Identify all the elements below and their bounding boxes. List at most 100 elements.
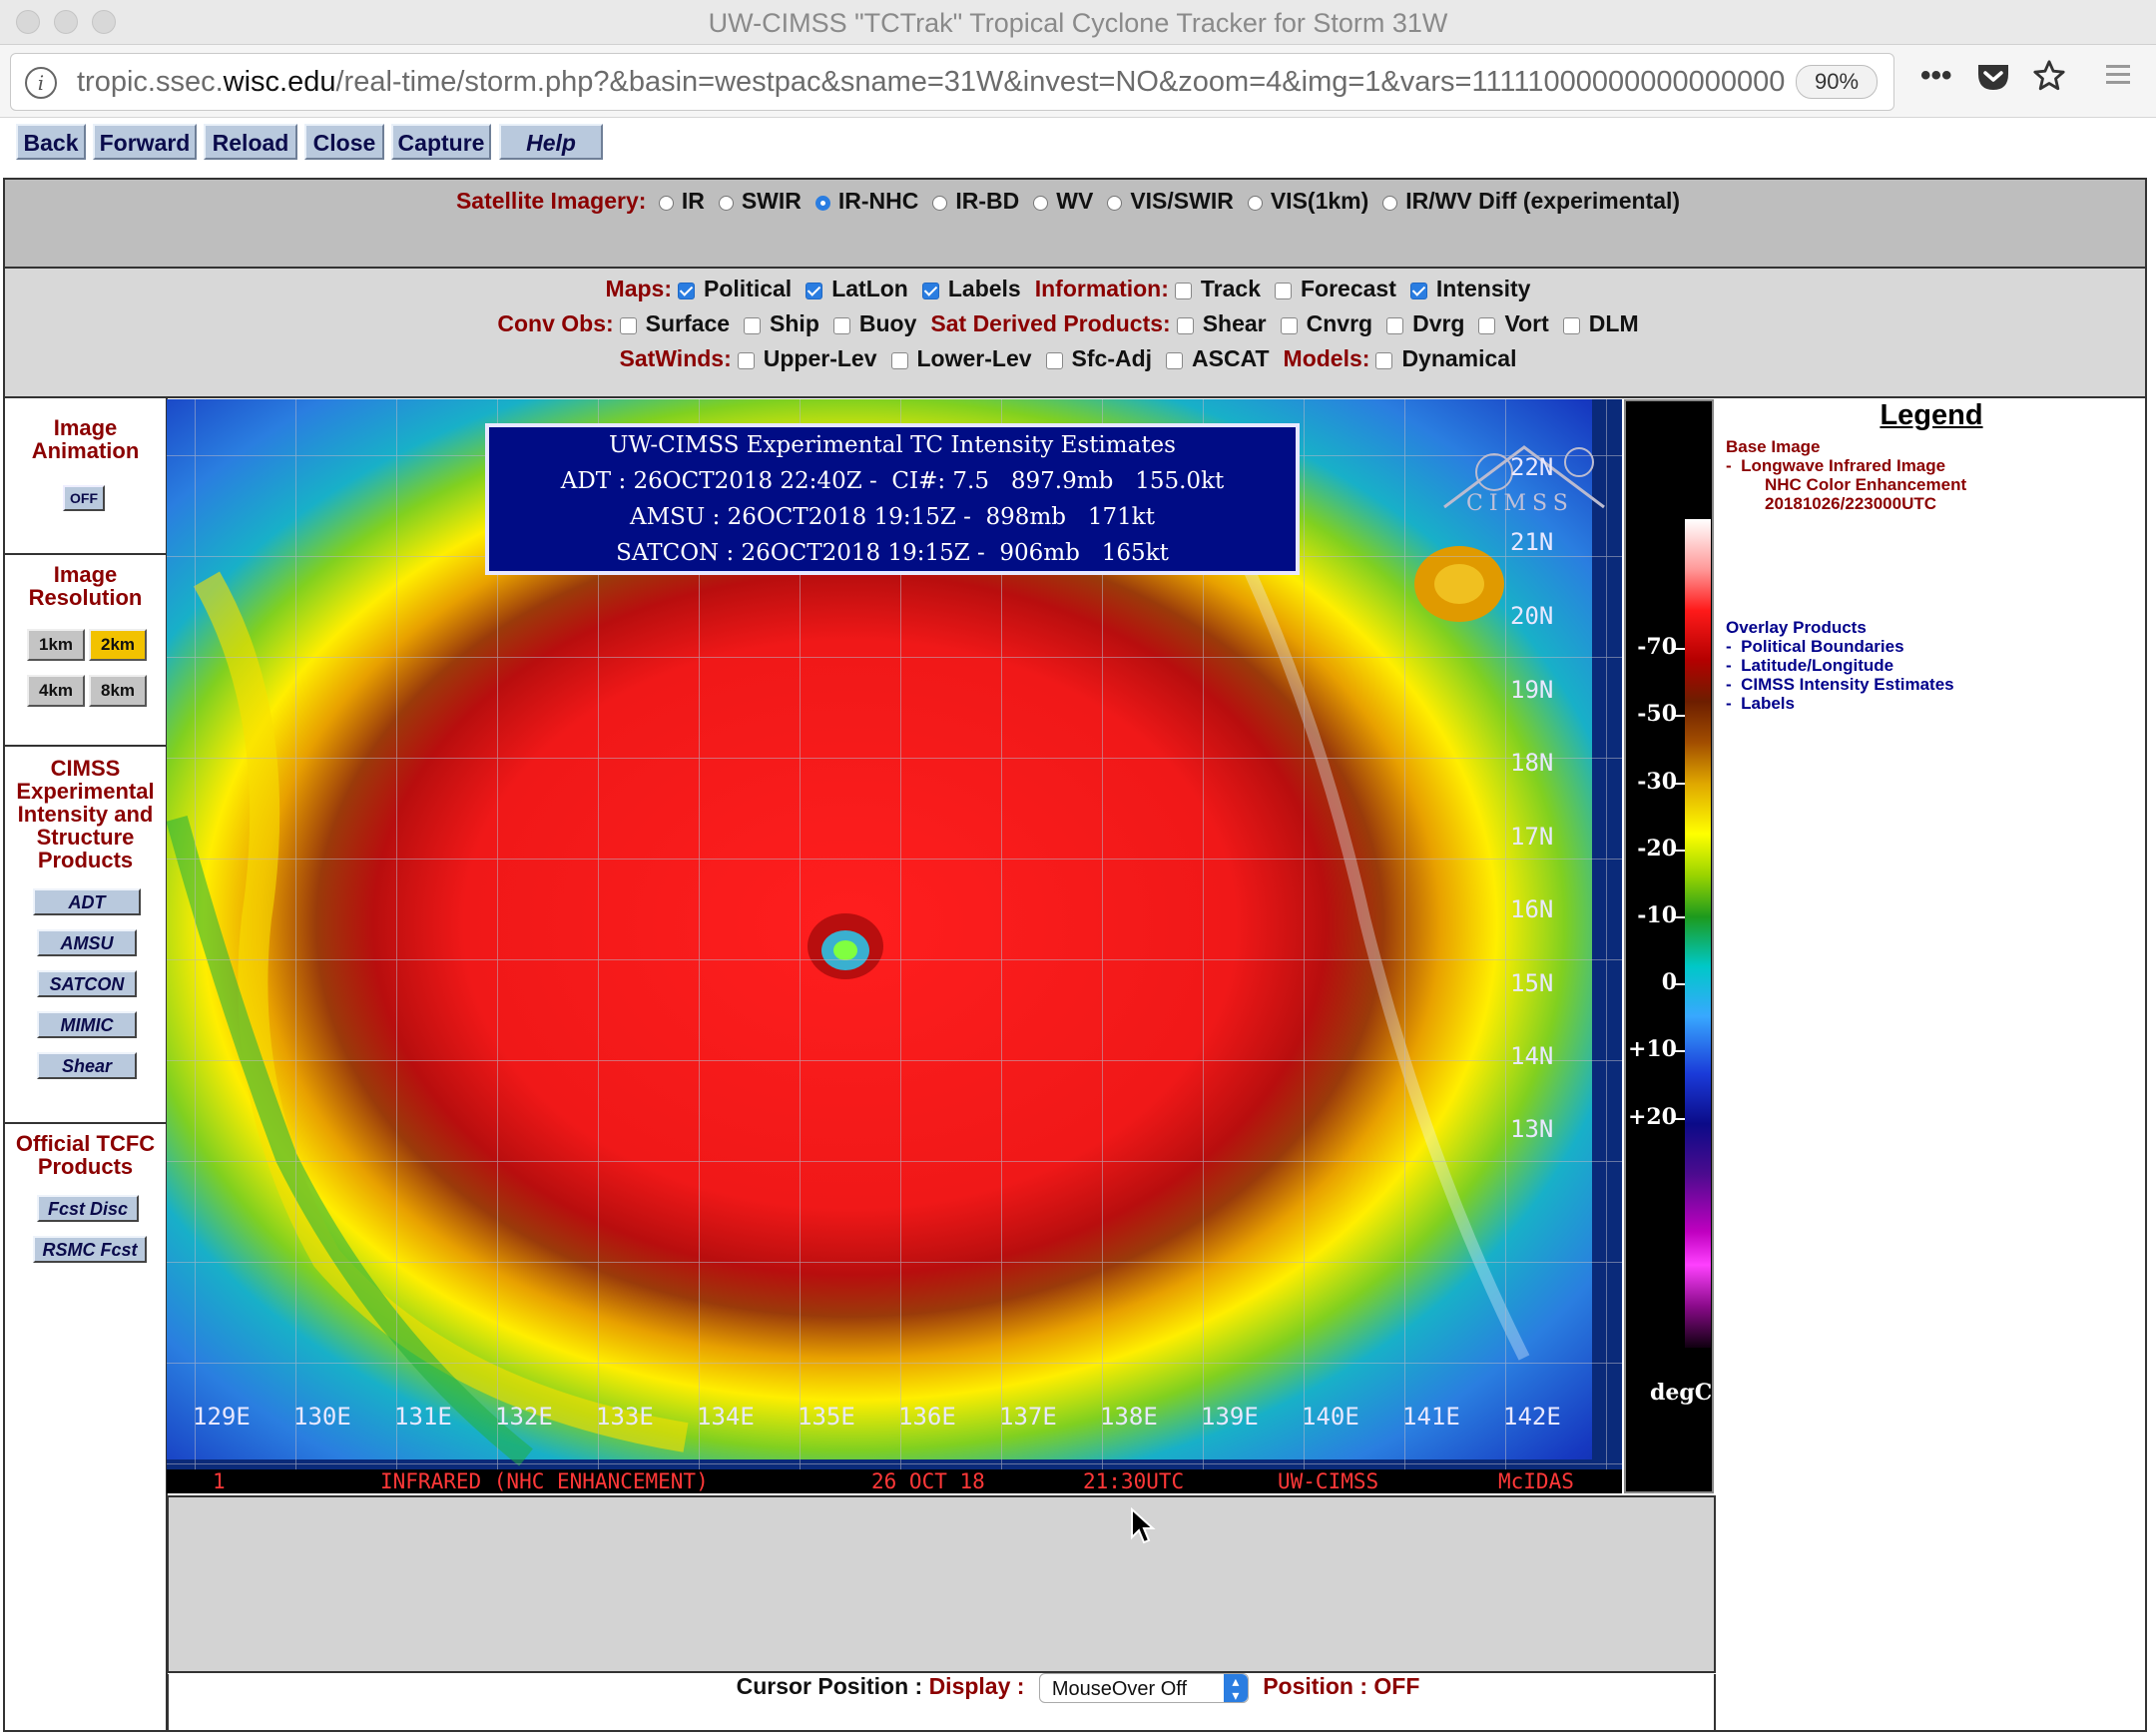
sat-derived-option-label: Dvrg: [1412, 310, 1465, 336]
longitude-label: 138E: [1100, 1403, 1158, 1431]
satwinds-label: SatWinds:: [619, 345, 732, 371]
sat-derived-option[interactable]: Cnvrg: [1280, 310, 1372, 336]
radio-button[interactable]: [932, 196, 948, 211]
back-button[interactable]: Back: [16, 124, 86, 160]
imagery-option-label: IR/WV Diff (experimental): [1405, 188, 1681, 214]
radio-button[interactable]: [1107, 196, 1123, 211]
display-select[interactable]: MouseOver Off ▴ ▾: [1038, 1673, 1249, 1703]
reload-button[interactable]: Reload: [204, 124, 297, 160]
imagery-option[interactable]: VIS/SWIR: [1107, 188, 1234, 214]
maps-option[interactable]: Political: [678, 276, 792, 301]
checkbox[interactable]: [890, 352, 908, 369]
forward-button[interactable]: Forward: [93, 124, 197, 160]
animation-off-button[interactable]: OFF: [63, 485, 105, 511]
radio-button[interactable]: [1382, 196, 1398, 211]
imagery-option-label: SWIR: [741, 188, 802, 214]
imagery-option[interactable]: IR/WV Diff (experimental): [1382, 188, 1680, 214]
checkbox[interactable]: [1045, 352, 1063, 369]
resolution-1km-button[interactable]: 1km: [27, 629, 85, 661]
imagery-option[interactable]: VIS(1km): [1247, 188, 1368, 214]
checkbox[interactable]: [744, 317, 762, 334]
checkbox[interactable]: [1409, 283, 1427, 299]
adt-button[interactable]: ADT: [33, 888, 141, 915]
information-option[interactable]: Forecast: [1275, 276, 1396, 301]
checkbox[interactable]: [737, 352, 755, 369]
radio-button[interactable]: [814, 196, 830, 211]
radio-button[interactable]: [1247, 196, 1263, 211]
checkbox[interactable]: [678, 283, 695, 299]
bookmark-star-icon[interactable]: [2032, 59, 2066, 98]
imagery-option[interactable]: IR: [658, 188, 705, 214]
imagery-option[interactable]: IR-NHC: [814, 188, 918, 214]
resolution-4km-button[interactable]: 4km: [27, 675, 85, 707]
resolution-2km-button[interactable]: 2km: [89, 629, 147, 661]
imagery-option[interactable]: SWIR: [718, 188, 802, 214]
maps-option[interactable]: Labels: [921, 276, 1021, 301]
models-option-label: Dynamical: [1401, 345, 1517, 371]
checkbox[interactable]: [1275, 283, 1292, 299]
close-button[interactable]: Close: [304, 124, 384, 160]
conv-obs-option[interactable]: Surface: [619, 310, 730, 336]
checkbox[interactable]: [806, 283, 823, 299]
checkbox[interactable]: [1562, 317, 1580, 334]
imagery-option[interactable]: IR-BD: [932, 188, 1019, 214]
resolution-8km-button[interactable]: 8km: [89, 675, 147, 707]
colorbar-tick-label: -20: [1637, 836, 1677, 862]
pocket-icon[interactable]: [1976, 62, 2010, 97]
rsmc-fcst-button[interactable]: RSMC Fcst: [33, 1236, 147, 1263]
sat-derived-option-label: Shear: [1202, 310, 1267, 336]
conv-obs-row: Conv Obs: Surface Ship Buoy Sat Derived Prod…: [5, 310, 2145, 337]
satwinds-option[interactable]: Upper-Lev: [737, 345, 877, 371]
amsu-button[interactable]: AMSU: [37, 929, 137, 956]
radio-button[interactable]: [718, 196, 734, 211]
checkbox[interactable]: [1166, 352, 1184, 369]
url-bar[interactable]: i tropic.ssec.wisc.edu/real-time/storm.p…: [10, 53, 1894, 111]
zoom-level-badge[interactable]: 90%: [1796, 65, 1878, 99]
models-option[interactable]: Dynamical: [1375, 345, 1517, 371]
conv-obs-option[interactable]: Buoy: [832, 310, 916, 336]
information-option-label: Track: [1200, 276, 1261, 301]
checkbox[interactable]: [1386, 317, 1404, 334]
shear-button[interactable]: Shear: [37, 1052, 137, 1079]
fcst-disc-button[interactable]: Fcst Disc: [37, 1195, 139, 1222]
legend-panel: Legend Base Image - Longwave Infrared Im…: [1717, 399, 2146, 1730]
sat-derived-option[interactable]: Vort: [1478, 310, 1549, 336]
cursor-position-row: Cursor Position : Display : MouseOver Of…: [0, 1673, 2156, 1703]
imagery-option[interactable]: WV: [1033, 188, 1093, 214]
help-button[interactable]: Help: [499, 124, 603, 160]
checkbox[interactable]: [1174, 283, 1192, 299]
strip-date: 26 OCT 18: [871, 1469, 985, 1493]
satellite-imagery-label: Satellite Imagery:: [455, 188, 647, 214]
information-option[interactable]: Intensity: [1409, 276, 1530, 301]
sat-derived-option[interactable]: Shear: [1176, 310, 1267, 336]
sat-derived-option[interactable]: Dvrg: [1386, 310, 1464, 336]
capture-button[interactable]: Capture: [391, 124, 491, 160]
latitude-label: 21N: [1510, 528, 1554, 556]
satwinds-option[interactable]: ASCAT: [1166, 345, 1270, 371]
checkbox[interactable]: [619, 317, 637, 334]
maps-option[interactable]: LatLon: [806, 276, 908, 301]
checkbox[interactable]: [1478, 317, 1496, 334]
conv-obs-option[interactable]: Ship: [744, 310, 819, 336]
checkbox[interactable]: [832, 317, 850, 334]
radio-button[interactable]: [1033, 196, 1049, 211]
satwinds-option[interactable]: Sfc-Adj: [1045, 345, 1152, 371]
radio-button[interactable]: [658, 196, 674, 211]
more-actions-icon[interactable]: •••: [1920, 59, 1952, 93]
checkbox[interactable]: [1375, 352, 1393, 369]
satwinds-option[interactable]: Lower-Lev: [890, 345, 1032, 371]
satcon-button[interactable]: SATCON: [37, 970, 137, 997]
url-text[interactable]: tropic.ssec.wisc.edu/real-time/storm.php…: [77, 66, 1794, 99]
checkbox[interactable]: [1176, 317, 1194, 334]
site-info-icon[interactable]: i: [25, 67, 57, 99]
options-panel: Maps: Political LatLon Labels Information: Tr…: [5, 269, 2145, 398]
checkbox[interactable]: [921, 283, 939, 299]
information-option[interactable]: Track: [1174, 276, 1261, 301]
mimic-button[interactable]: MIMIC: [37, 1011, 137, 1038]
checkbox[interactable]: [1280, 317, 1298, 334]
sat-derived-option[interactable]: DLM: [1562, 310, 1639, 336]
resolution-title: Image Resolution: [28, 562, 143, 610]
colorbar-tick-mark: [1675, 715, 1685, 717]
intensity-amsu-line: AMSU : 26OCT2018 19:15Z - 898mb 171kt: [630, 504, 1155, 530]
hamburger-menu-icon[interactable]: [2104, 61, 2132, 94]
